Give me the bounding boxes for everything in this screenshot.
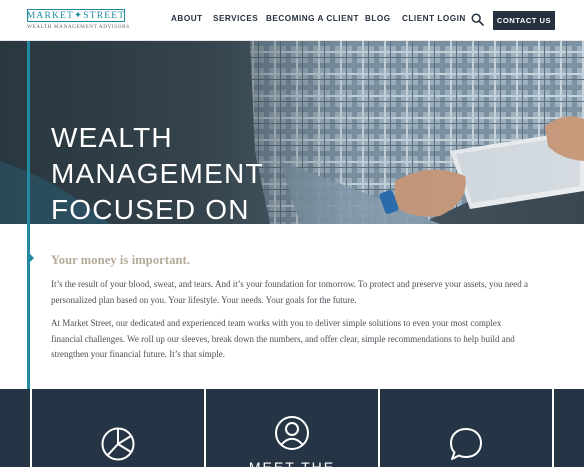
card-meet-the-team[interactable]: MEET THE (206, 389, 378, 467)
hero-banner: WEALTH MANAGEMENT FOCUSED ON YOU (0, 41, 584, 224)
card-contact[interactable] (380, 389, 552, 467)
intro-paragraph-1: It’s the result of your blood, sweat, an… (51, 279, 529, 305)
intro-section: Your money is important. It’s the result… (51, 253, 531, 359)
accent-marker (29, 253, 34, 263)
pie-chart-icon (101, 427, 135, 461)
intro-heading: Your money is important. (51, 253, 190, 267)
accent-line (27, 41, 30, 389)
user-icon (275, 416, 309, 450)
card-edge-left (0, 389, 30, 467)
contact-us-button[interactable]: CONTACT US (493, 11, 555, 30)
card-edge-right (554, 389, 584, 467)
site-header: MARKET✦STREET WEALTH MANAGEMENT ADVISORS… (0, 0, 584, 41)
nav-about[interactable]: ABOUT (171, 14, 203, 23)
nav-client-login[interactable]: CLIENT LOGIN (402, 14, 466, 23)
card-planning[interactable] (32, 389, 204, 467)
service-cards: MEET THE (0, 389, 584, 467)
nav-becoming-a-client[interactable]: BECOMING A CLIENT (266, 14, 359, 23)
hero-title: WEALTH MANAGEMENT FOCUSED ON YOU (51, 121, 264, 224)
logo[interactable]: MARKET✦STREET WEALTH MANAGEMENT ADVISORS (26, 9, 130, 30)
chat-bubble-icon (450, 428, 482, 460)
nav-blog[interactable]: BLOG (365, 14, 391, 23)
nav-services[interactable]: SERVICES (213, 14, 258, 23)
card-title: MEET THE (248, 459, 336, 467)
logo-tagline: WEALTH MANAGEMENT ADVISORS (27, 24, 130, 30)
search-icon[interactable] (471, 13, 484, 26)
logo-wordmark: MARKET✦STREET (26, 9, 126, 22)
intro-paragraph-2: At Market Street, our dedicated and expe… (51, 318, 515, 359)
